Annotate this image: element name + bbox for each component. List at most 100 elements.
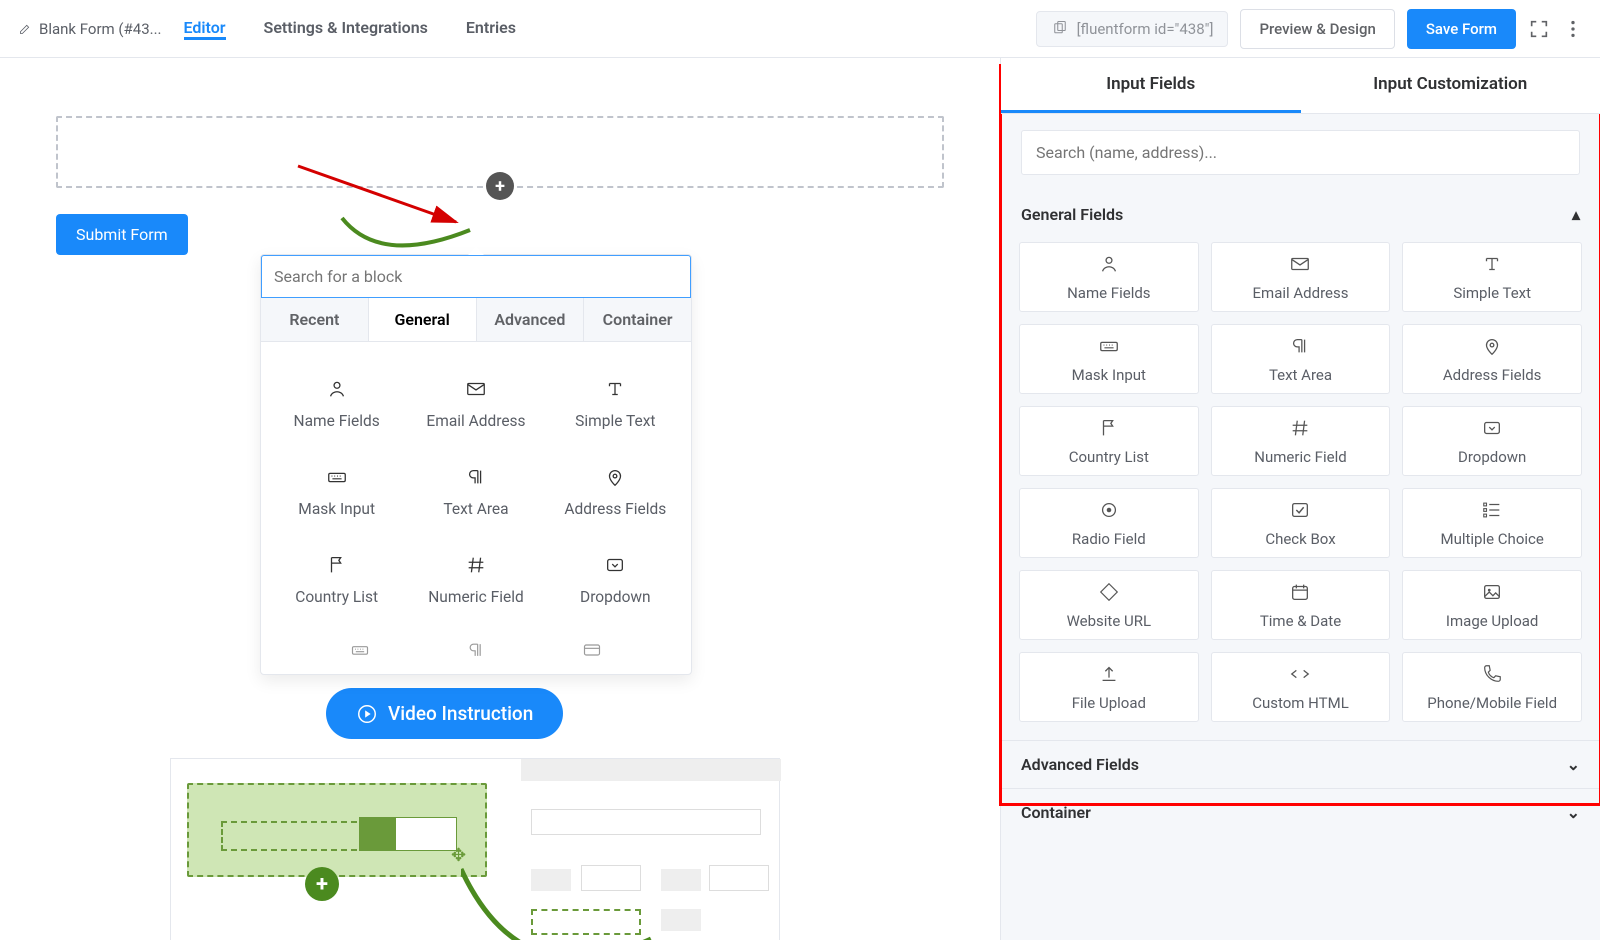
chevron-up-icon: ▴ [1572,205,1580,224]
preview-design-button[interactable]: Preview & Design [1240,9,1394,49]
field-country-list[interactable]: Country List [1019,406,1199,476]
fields-sidebar: Input Fields Input Customization General… [1000,58,1600,940]
image-icon [1481,581,1503,603]
pin-icon [604,466,626,488]
field-numeric-field[interactable]: Numeric Field [1211,406,1391,476]
field-name-fields[interactable]: Name Fields [267,360,406,448]
block-picker-popover: Recent General Advanced Container Name F… [260,254,692,675]
field-dropdown[interactable]: Dropdown [1402,406,1582,476]
user-icon [1098,253,1120,275]
video-instruction-label: Video Instruction [388,702,533,725]
section-general-fields[interactable]: General Fields ▴ [1001,191,1600,238]
tab-editor[interactable]: Editor [184,18,226,40]
field-label: Email Address [426,412,525,430]
form-drop-zone[interactable]: + [56,116,944,188]
dots-vertical-icon [1562,18,1584,40]
field-custom-html[interactable]: Custom HTML [1211,652,1391,722]
tab-entries[interactable]: Entries [466,18,516,40]
field-country-list[interactable]: Country List [267,536,406,624]
field-mask-input[interactable]: Mask Input [1019,324,1199,394]
field-label: Address Fields [1443,366,1542,384]
field-label: Email Address [1253,284,1349,302]
field-email-address[interactable]: Email Address [1211,242,1391,312]
field-address-fields[interactable]: Address Fields [1402,324,1582,394]
field-email-address[interactable]: Email Address [406,360,545,448]
field-check-box[interactable]: Check Box [1211,488,1391,558]
field-name-fields[interactable]: Name Fields [1019,242,1199,312]
chevron-down-icon: ⌄ [1567,803,1580,822]
field-label: Text Area [1269,366,1332,384]
sidebar-tabs: Input Fields Input Customization [1001,58,1600,114]
field-multiple-choice[interactable]: Multiple Choice [1402,488,1582,558]
field-image-upload[interactable]: Image Upload [1402,570,1582,640]
picker-tabs: Recent General Advanced Container [261,298,691,342]
list-icon [1481,499,1503,521]
add-field-button[interactable]: + [486,172,514,200]
drag-drop-illustration: ✥ + [170,758,780,940]
tab-input-fields[interactable]: Input Fields [1001,58,1301,113]
mail-icon [465,378,487,400]
para-icon [465,466,487,488]
flag-icon [326,554,348,576]
field-label: Dropdown [580,588,651,606]
picker-tab-advanced[interactable]: Advanced [477,298,585,341]
para-icon [1289,335,1311,357]
tab-settings[interactable]: Settings & Integrations [264,18,428,40]
radio-icon [1098,499,1120,521]
field-label: Dropdown [1458,448,1526,466]
section-advanced-fields[interactable]: Advanced Fields ⌄ [1001,741,1600,788]
field-label: Name Fields [294,412,380,430]
form-title[interactable]: Blank Form (#43... [18,20,162,38]
shortcode-display[interactable]: [fluentform id="438"] [1036,11,1229,47]
keyboard-icon [348,640,372,660]
code-icon [1289,663,1311,685]
text-icon [1481,253,1503,275]
field-radio-field[interactable]: Radio Field [1019,488,1199,558]
field-file-upload[interactable]: File Upload [1019,652,1199,722]
pin-icon [1481,335,1503,357]
copy-icon [1051,20,1069,38]
field-text-area[interactable]: Text Area [1211,324,1391,394]
field-label: Name Fields [1067,284,1150,302]
video-instruction-button[interactable]: Video Instruction [326,688,563,739]
mail-icon [1289,253,1311,275]
form-canvas: + Submit Form Recent General Advanced Co… [0,58,1000,940]
chevron-down-icon: ⌄ [1567,755,1580,774]
field-simple-text[interactable]: Simple Text [546,360,685,448]
picker-tab-recent[interactable]: Recent [261,298,369,341]
field-label: Image Upload [1446,612,1538,630]
field-label: Simple Text [1453,284,1531,302]
field-label: Radio Field [1072,530,1146,548]
field-address-fields[interactable]: Address Fields [546,448,685,536]
link-icon [1098,581,1120,603]
card-icon [580,640,604,660]
field-mask-input[interactable]: Mask Input [267,448,406,536]
fullscreen-button[interactable] [1528,18,1550,40]
check-icon [1289,499,1311,521]
picker-tab-general[interactable]: General [369,298,477,341]
field-simple-text[interactable]: Simple Text [1402,242,1582,312]
picker-tab-container[interactable]: Container [584,298,691,341]
save-form-button[interactable]: Save Form [1407,9,1516,49]
more-menu-button[interactable] [1562,18,1584,40]
field-phone-mobile-field[interactable]: Phone/Mobile Field [1402,652,1582,722]
field-label: Numeric Field [1254,448,1346,466]
field-website-url[interactable]: Website URL [1019,570,1199,640]
submit-form-button[interactable]: Submit Form [56,214,188,255]
flag-icon [1098,417,1120,439]
app-header: Blank Form (#43... Editor Settings & Int… [0,0,1600,58]
sidebar-search-input[interactable] [1036,143,1565,162]
expand-icon [1528,18,1550,40]
field-text-area[interactable]: Text Area [406,448,545,536]
field-dropdown[interactable]: Dropdown [546,536,685,624]
field-numeric-field[interactable]: Numeric Field [406,536,545,624]
block-search-input[interactable] [261,255,691,298]
sidebar-search[interactable] [1021,130,1580,175]
field-time-date[interactable]: Time & Date [1211,570,1391,640]
tab-input-customization[interactable]: Input Customization [1301,58,1600,113]
section-title: Container [1021,803,1091,822]
section-container[interactable]: Container ⌄ [1001,789,1600,836]
field-label: Numeric Field [428,588,523,606]
play-icon [356,703,378,725]
pencil-icon [18,21,33,36]
